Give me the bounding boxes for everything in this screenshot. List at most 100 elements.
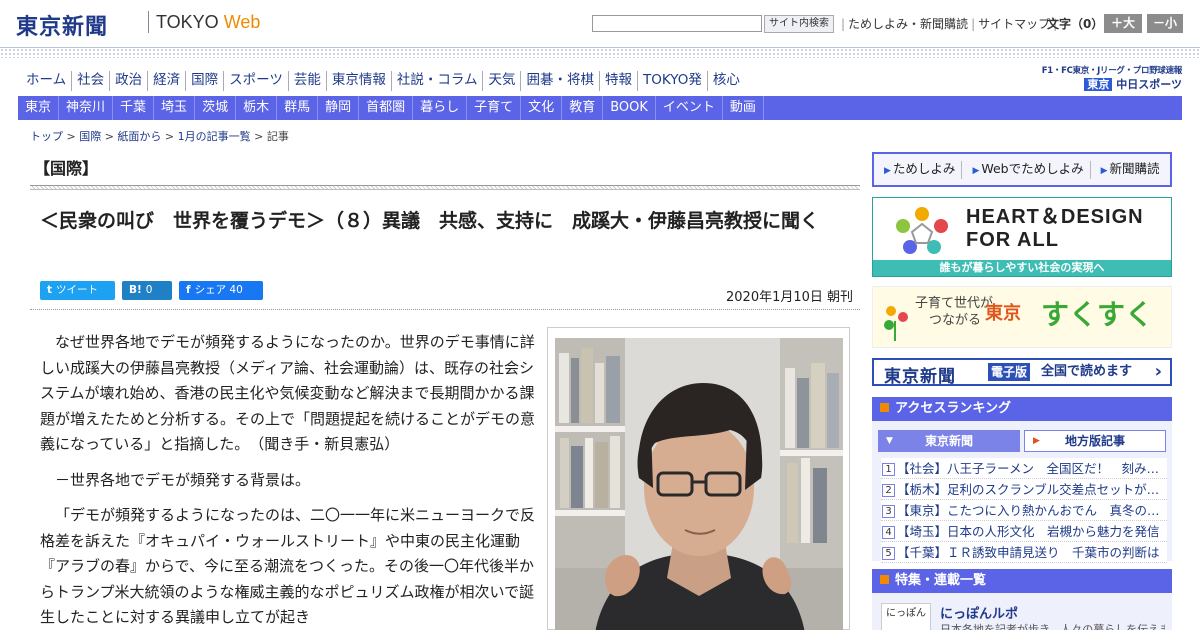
subnav-book[interactable]: BOOK [603,96,656,120]
tweet-button[interactable]: t ツイート [40,281,115,300]
nav-economy[interactable]: 経済 [148,71,187,91]
subnav-shizuoka[interactable]: 静岡 [318,96,360,120]
heart-design-line2: FOR ALL [966,229,1059,251]
sukusuku-tokyo: 東京 [985,303,1021,324]
publish-date: 2020年1月10日 朝刊 [726,290,854,305]
breadcrumb-january-list[interactable]: 1月の記事一覧 [178,130,251,143]
sukusuku-line2: つながる [929,313,982,328]
nav-tokyo-info[interactable]: 東京情報 [327,71,392,91]
subnav-tochigi[interactable]: 栃木 [236,96,278,120]
subnav-saitama[interactable]: 埼玉 [154,96,196,120]
breadcrumb-international[interactable]: 国際 [79,130,101,143]
breadcrumb-top[interactable]: トップ [30,130,63,143]
nav-sports[interactable]: スポーツ [224,71,289,91]
divider: | [841,17,846,31]
nav-tokyo-hatsu[interactable]: TOKYO発 [638,71,708,91]
rank-number: 1 [882,463,895,476]
site-search-button[interactable]: サイト内検索 [764,15,834,33]
rank-number: 4 [882,526,895,539]
facebook-share-button[interactable]: f シェア 40 [179,281,263,300]
subnav-kosodate[interactable]: 子育て [467,96,522,120]
heart-design-banner[interactable]: HEART＆DESIGN FOR ALL 誰もが暮らしやすい社会の実現へ [872,197,1172,277]
triangle-down-icon: ▼ [886,436,893,446]
ranking-item-text: 【東京】こたつに入り熱かんおでん 真冬の屋形船 [897,503,1167,518]
article-paragraph: 「デモが頻発するようになったのは、二〇一一年に米ニューヨークで反格差を訴えた『オ… [40,506,536,626]
chunichi-sports-banner[interactable]: F1・FC東京・Jリーグ・プロ野球速報 東京 中日スポーツ [1024,64,1182,92]
interviewee-photo[interactable] [555,338,843,630]
subnav-gunma[interactable]: 群馬 [277,96,319,120]
ranking-item[interactable]: 3 【東京】こたつに入り熱かんおでん 真冬の屋形船 [881,500,1167,521]
ranking-item[interactable]: 1 【社会】八王子ラーメン 全国区だ！ 刻みタマネギ [881,458,1167,479]
font-larger-button[interactable]: ＋大 [1104,14,1142,33]
font-size-label: 文字（0） [1047,17,1104,31]
heart-design-title: HEART＆DESIGN FOR ALL [966,206,1144,252]
article-photo-frame [547,327,850,630]
nav-weather[interactable]: 天気 [483,71,522,91]
triangle-icon: ▶ [1100,165,1108,176]
web-trial-link[interactable]: ▶ Webでためしよみ [962,160,1091,179]
logo-en-text: TOKYO [156,12,224,32]
sports-promo-brand: 東京 中日スポーツ [1024,76,1182,92]
article-headline: ＜民衆の叫び 世界を覆うデモ＞（８）異議 共感、支持に 成蹊大・伊藤昌亮教授に聞… [40,210,820,232]
nav-home[interactable]: ホーム [22,71,73,91]
nav-entertainment[interactable]: 芸能 [289,71,327,91]
subnav-ibaraki[interactable]: 茨城 [195,96,237,120]
ranking-header: アクセスランキング [872,397,1172,421]
subnav-shutoken[interactable]: 首都圏 [359,96,414,120]
tab-regional[interactable]: ▶ 地方版記事 [1024,430,1166,452]
subnav-kurashi[interactable]: 暮らし [413,96,468,120]
rank-number: 2 [882,484,895,497]
feature-thumbnail: にっぽん [881,603,931,630]
regional-nav: 東京 神奈川 千葉 埼玉 茨城 栃木 群馬 静岡 首都圏 暮らし 子育て 文化 … [18,96,1182,120]
subnav-video[interactable]: 動画 [723,96,764,120]
ranking-box: ▼ 東京新聞 ▶ 地方版記事 1 【社会】八王子ラーメン 全国区だ！ 刻みタマネギ 2… [872,421,1172,563]
nav-society[interactable]: 社会 [72,71,111,91]
subnav-event[interactable]: イベント [656,96,723,120]
subnav-kanagawa[interactable]: 神奈川 [59,96,114,120]
triangle-right-icon: ▶ [1033,436,1040,446]
hatena-bookmark-button[interactable]: B! 0 [122,281,172,300]
nav-go-shogi[interactable]: 囲碁・将棋 [521,71,600,91]
feature-item[interactable]: にっぽん にっぽんルポ 日本各地を記者が歩き、人々の暮らしを伝えます [872,593,1172,630]
ranking-item[interactable]: 2 【栃木】足利のスクランブル交差点セットが人気 [881,479,1167,500]
nav-editorial[interactable]: 社説・コラム [392,71,484,91]
tab-tokyo-shimbun[interactable]: ▼ 東京新聞 [878,430,1020,452]
ranking-item[interactable]: 4 【埼玉】日本の人形文化 岩槻から魅力を発信 [881,521,1167,542]
feature-title: にっぽんルポ [940,607,1019,622]
sports-promo-prefix: 東京 [1084,78,1113,91]
subscription-links: ▶ ためしよみ ▶ Webでためしよみ ▶ 新聞購読 [872,152,1172,187]
sitemap-link[interactable]: サイトマップ [978,17,1050,31]
nav-politics[interactable]: 政治 [110,71,149,91]
site-search-input[interactable] [592,15,762,32]
nav-kakushin[interactable]: 核心 [708,71,745,91]
site-logo[interactable]: 東京新聞 [16,9,108,41]
rank-number: 3 [882,505,895,518]
nav-tokuho[interactable]: 特報 [600,71,638,91]
breadcrumb-separator: > [250,130,267,143]
header-links: | ためしよみ・新聞購読 | サイトマップ | [838,15,1060,32]
breadcrumb-current: 記事 [266,130,289,143]
tokyo-web-logo[interactable]: TOKYO Web [156,12,260,33]
ranking-item[interactable]: 5 【千葉】ＩＲ誘致申請見送り 千葉市の判断は [881,542,1167,563]
epaper-banner[interactable]: 東京新聞 電子版 全国で読めます › [872,358,1172,387]
subnav-chiba[interactable]: 千葉 [113,96,155,120]
subnav-tokyo[interactable]: 東京 [18,96,60,120]
square-bullet-icon [880,575,889,584]
fb-share-count: 40 [229,284,243,296]
breadcrumb-from-paper[interactable]: 紙面から [117,130,161,143]
tokyo-sukusuku-banner[interactable]: 子育て世代が つながる 東京 すくすく [872,286,1172,348]
heart-design-logo-icon [896,207,948,254]
subnav-bunka[interactable]: 文化 [521,96,563,120]
epaper-badge: 電子版 [988,363,1031,381]
article-body: なぜ世界各地でデモが頻発するようになったのか。世界のデモ事情に詳しい成蹊大の伊藤… [40,330,536,630]
trial-read-link[interactable]: ▶ ためしよみ [874,160,963,179]
breadcrumb-separator: > [63,130,80,143]
subscribe-link[interactable]: ▶ 新聞購読 [1091,161,1166,179]
tab-tokyo-shimbun-label: 東京新聞 [924,434,973,448]
trial-subscribe-link[interactable]: ためしよみ・新聞購読 [848,17,968,31]
nav-international[interactable]: 国際 [186,71,225,91]
font-smaller-button[interactable]: －小 [1147,14,1183,33]
ranking-item-text: 【栃木】足利のスクランブル交差点セットが人気 [897,482,1167,497]
subnav-kyoiku[interactable]: 教育 [562,96,604,120]
site-header: 東京新聞 TOKYO Web サイト内検索 | ためしよみ・新聞購読 | サイトマップ… [0,0,1200,48]
